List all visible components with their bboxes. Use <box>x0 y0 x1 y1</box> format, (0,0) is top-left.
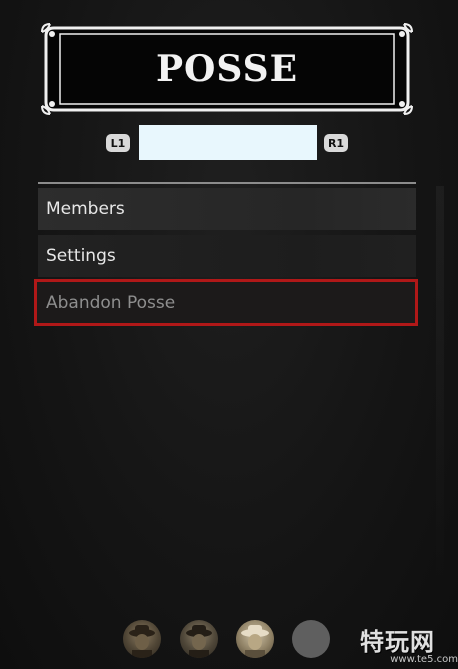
empty-member-slot[interactable] <box>292 620 330 658</box>
posse-member-avatar-2[interactable] <box>180 620 218 658</box>
header-divider <box>38 182 416 184</box>
posse-member-avatar-1[interactable] <box>123 620 161 658</box>
panel-edge-shadow <box>436 186 444 586</box>
l1-button-icon[interactable]: L1 <box>106 134 130 152</box>
menu-item-members[interactable]: Members <box>38 188 416 230</box>
page-title: POSSE <box>155 48 299 90</box>
menu-item-abandon-posse[interactable]: Abandon Posse <box>34 279 418 326</box>
posse-member-avatar-3[interactable] <box>236 620 274 658</box>
tab-label-field[interactable] <box>139 125 317 160</box>
cowboy-portrait-icon <box>129 625 155 658</box>
cowboy-portrait-icon <box>186 625 212 658</box>
menu-item-label: Members <box>46 199 125 219</box>
tab-switcher: L1 R1 <box>0 124 458 162</box>
watermark: 特玩网 www.te5.com <box>360 618 458 669</box>
title-banner: POSSE <box>40 22 414 116</box>
r1-button-icon[interactable]: R1 <box>324 134 348 152</box>
menu-item-label: Settings <box>46 246 116 266</box>
menu-item-label: Abandon Posse <box>46 292 176 313</box>
watermark-url: www.te5.com <box>390 654 458 665</box>
cowgirl-portrait-icon <box>241 625 269 658</box>
watermark-brand: 特玩网 <box>360 628 435 656</box>
menu-item-settings[interactable]: Settings <box>38 235 416 277</box>
